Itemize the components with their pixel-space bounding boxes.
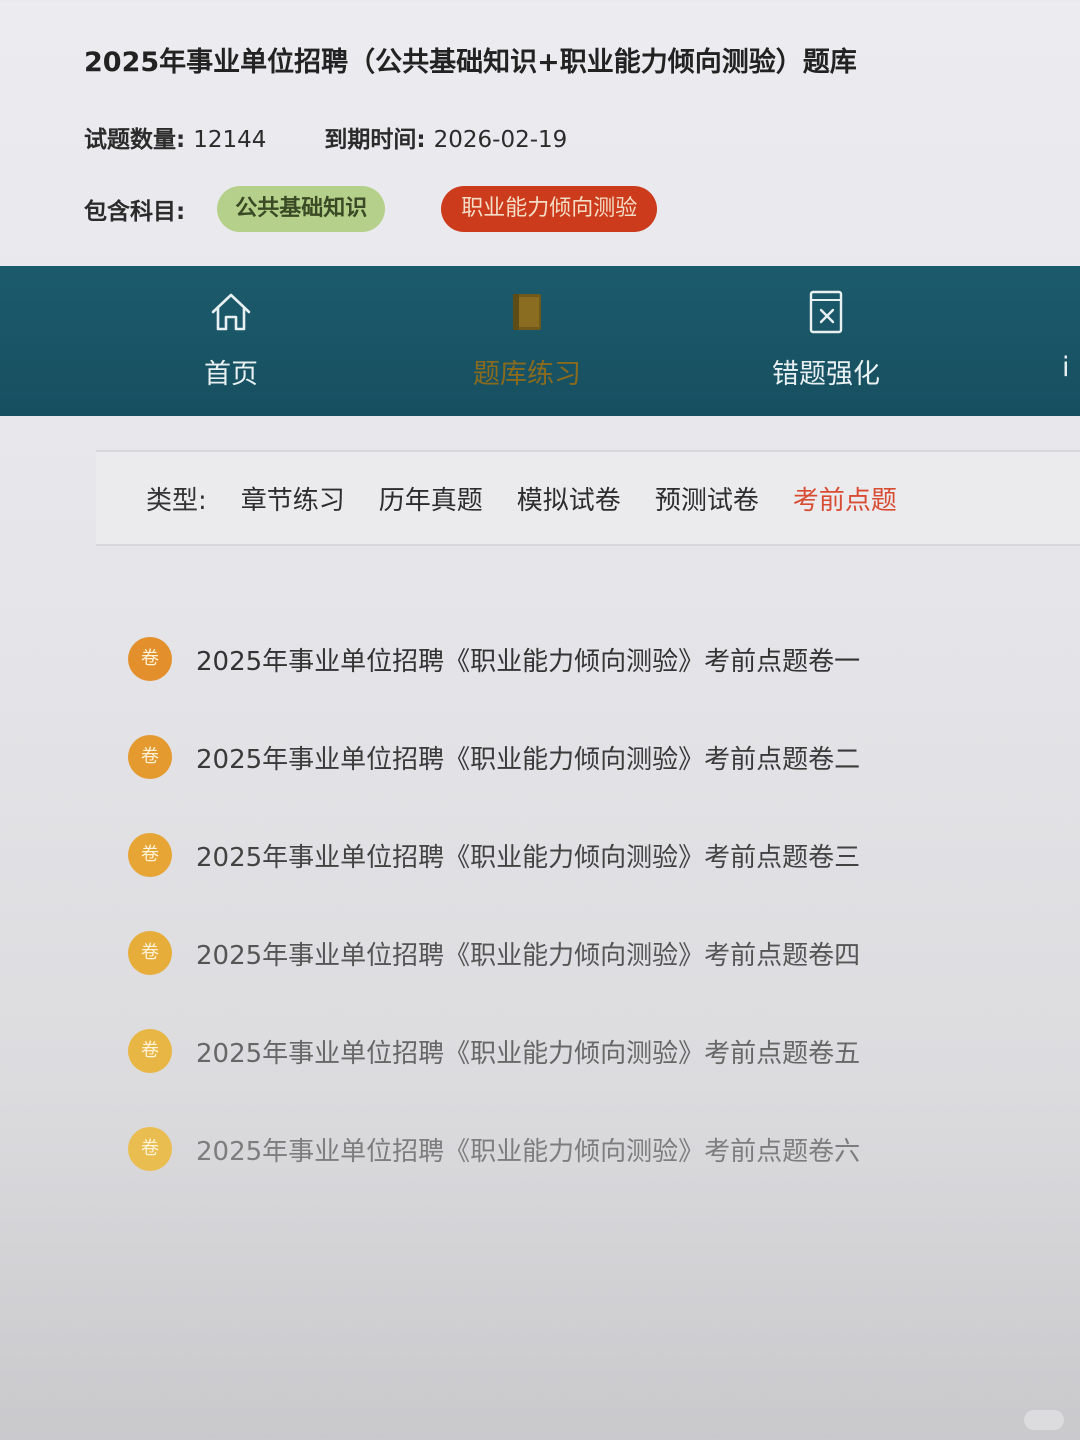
- paper-item[interactable]: 卷 2025年事业单位招聘《职业能力倾向测验》考前点题卷六: [128, 1100, 1028, 1198]
- paper-badge-icon: 卷: [128, 735, 172, 779]
- nav-label-question-bank: 题库练习: [473, 359, 581, 390]
- paper-title[interactable]: 2025年事业单位招聘《职业能力倾向测验》考前点题卷四: [196, 935, 860, 972]
- nav-label-partial: i: [1062, 352, 1070, 383]
- nav-item-home[interactable]: 首页: [121, 266, 341, 416]
- paper-list: 卷 2025年事业单位招聘《职业能力倾向测验》考前点题卷一 卷 2025年事业单…: [128, 610, 1028, 1198]
- paper-item[interactable]: 卷 2025年事业单位招聘《职业能力倾向测验》考前点题卷三: [128, 806, 1028, 904]
- paper-title[interactable]: 2025年事业单位招聘《职业能力倾向测验》考前点题卷二: [196, 739, 860, 776]
- expiry-label: 到期时间:: [324, 127, 426, 153]
- wrong-question-icon: [809, 290, 843, 334]
- paper-title[interactable]: 2025年事业单位招聘《职业能力倾向测验》考前点题卷一: [196, 641, 860, 678]
- paper-title[interactable]: 2025年事业单位招聘《职业能力倾向测验》考前点题卷三: [196, 837, 860, 874]
- home-icon: [211, 293, 251, 331]
- nav-label-home: 首页: [204, 359, 258, 390]
- main-nav: 首页 题库练习 错题强化 i: [0, 266, 1080, 416]
- filter-chapter-practice[interactable]: 章节练习: [241, 480, 345, 517]
- expiry-date: 到期时间: 2026-02-19: [324, 127, 567, 153]
- filter-past-exams[interactable]: 历年真题: [379, 480, 483, 517]
- nav-item-partial[interactable]: i: [1062, 266, 1080, 416]
- page-title: 2025年事业单位招聘（公共基础知识+职业能力倾向测验）题库: [84, 47, 857, 78]
- filter-mock-papers[interactable]: 模拟试卷: [517, 480, 621, 517]
- subject-tag-aptitude-test[interactable]: 职业能力倾向测验: [441, 186, 658, 232]
- type-filter: 类型: 章节练习 历年真题 模拟试卷 预测试卷 考前点题: [96, 450, 1080, 546]
- question-count: 试题数量: 12144: [84, 127, 274, 153]
- paper-item[interactable]: 卷 2025年事业单位招聘《职业能力倾向测验》考前点题卷五: [128, 1002, 1028, 1100]
- question-count-value: 12144: [193, 127, 267, 153]
- subject-tag-public-knowledge[interactable]: 公共基础知识: [217, 186, 386, 232]
- filter-pre-exam-tips[interactable]: 考前点题: [793, 480, 897, 517]
- bank-info-header: 2025年事业单位招聘（公共基础知识+职业能力倾向测验）题库 试题数量: 121…: [0, 0, 1080, 266]
- paper-item[interactable]: 卷 2025年事业单位招聘《职业能力倾向测验》考前点题卷一: [128, 610, 1028, 708]
- subjects-label: 包含科目:: [84, 199, 186, 225]
- paper-item[interactable]: 卷 2025年事业单位招聘《职业能力倾向测验》考前点题卷四: [128, 904, 1028, 1002]
- question-count-label: 试题数量:: [84, 127, 186, 153]
- meta-row: 试题数量: 12144 到期时间: 2026-02-19: [84, 120, 617, 154]
- nav-label-wrong-questions: 错题强化: [772, 359, 880, 390]
- subjects-row: 包含科目: 公共基础知识 职业能力倾向测验: [84, 184, 713, 234]
- book-icon: [513, 294, 541, 330]
- paper-title[interactable]: 2025年事业单位招聘《职业能力倾向测验》考前点题卷五: [196, 1033, 860, 1070]
- paper-badge-icon: 卷: [128, 931, 172, 975]
- paper-item[interactable]: 卷 2025年事业单位招聘《职业能力倾向测验》考前点题卷二: [128, 708, 1028, 806]
- paper-badge-icon: 卷: [128, 1029, 172, 1073]
- paper-badge-icon: 卷: [128, 1127, 172, 1171]
- filter-predicted-papers[interactable]: 预测试卷: [655, 480, 759, 517]
- type-filter-label: 类型:: [146, 485, 207, 516]
- paper-badge-icon: 卷: [128, 637, 172, 681]
- watermark: [1024, 1410, 1064, 1430]
- expiry-value: 2026-02-19: [433, 127, 568, 153]
- nav-item-question-bank[interactable]: 题库练习: [417, 266, 637, 416]
- paper-badge-icon: 卷: [128, 833, 172, 877]
- paper-title[interactable]: 2025年事业单位招聘《职业能力倾向测验》考前点题卷六: [196, 1131, 860, 1168]
- nav-item-wrong-questions[interactable]: 错题强化: [716, 266, 936, 416]
